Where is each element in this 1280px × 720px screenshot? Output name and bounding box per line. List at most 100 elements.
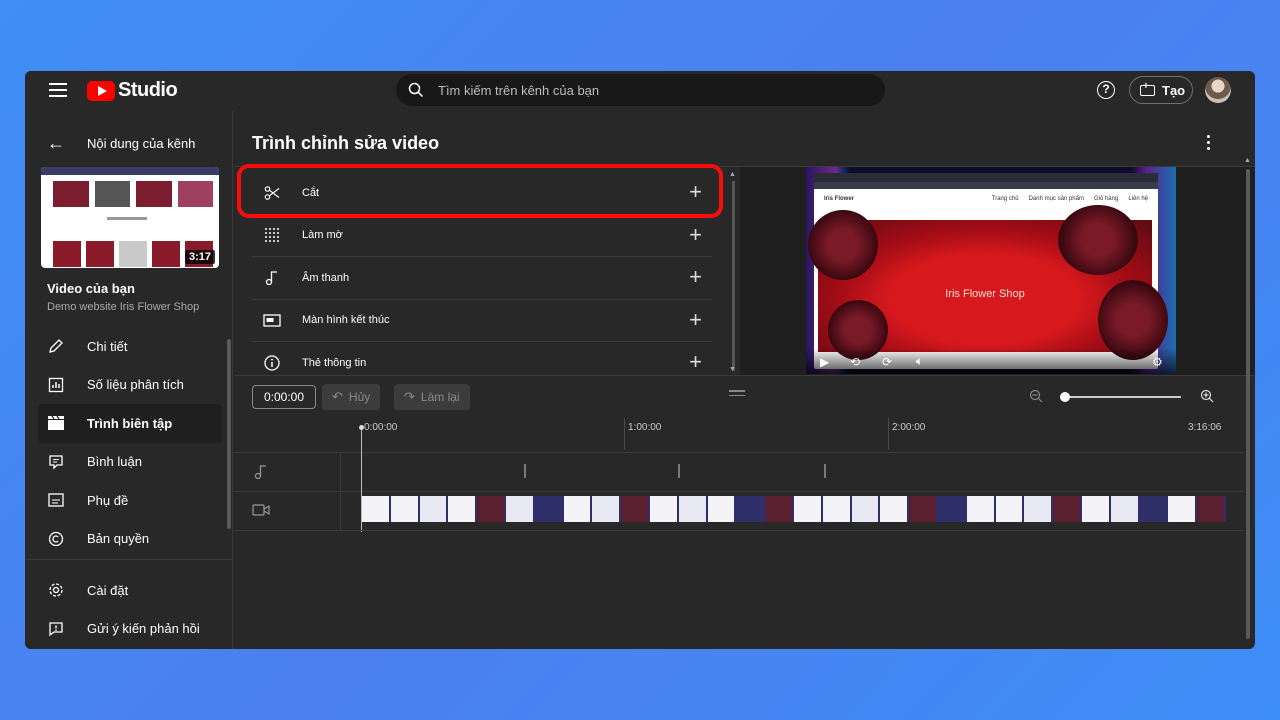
sidebar-item-editor[interactable]: Trình biên tập bbox=[38, 404, 222, 443]
video-title: Video của bạn bbox=[47, 281, 135, 296]
add-icon[interactable]: + bbox=[689, 351, 702, 373]
tool-blur[interactable]: Làm mờ + bbox=[252, 215, 712, 257]
search-icon bbox=[408, 82, 424, 98]
studio-window: Studio ? Tạo ← Nội dung của kênh 3:17 Vi… bbox=[25, 71, 1255, 649]
search-input[interactable] bbox=[438, 74, 858, 106]
zoom-slider-track[interactable] bbox=[1064, 396, 1181, 398]
video-subtitle: Demo website Iris Flower Shop bbox=[47, 301, 200, 313]
main-scrollbar[interactable] bbox=[1246, 169, 1250, 639]
rewind-10-icon[interactable]: ⟲ bbox=[850, 355, 860, 369]
info-icon bbox=[262, 355, 282, 371]
forward-10-icon[interactable]: ⟳ bbox=[882, 355, 892, 369]
tool-audio[interactable]: Âm thanh + bbox=[252, 257, 712, 300]
sidebar-item-label: Chi tiết bbox=[87, 338, 128, 354]
comments-icon bbox=[47, 453, 65, 471]
youtube-studio-logo[interactable]: Studio bbox=[87, 79, 178, 102]
video-duration: 3:17 bbox=[184, 250, 215, 264]
help-icon[interactable]: ? bbox=[1097, 81, 1115, 99]
video-thumbnail[interactable]: 3:17 bbox=[41, 167, 219, 268]
add-icon[interactable]: + bbox=[689, 308, 702, 330]
sidebar-item-analytics[interactable]: Số liệu phân tích bbox=[38, 366, 222, 405]
editor-main: Trình chỉnh sửa video Cắt + Làm mờ + Âm … bbox=[234, 111, 1255, 649]
scroll-up-icon[interactable]: ▲ bbox=[1244, 157, 1251, 164]
preview-browser-frame: Iris Flower Trang chủ Danh mục sản phẩm … bbox=[808, 173, 1168, 369]
sidebar-item-label: Bản quyền bbox=[87, 531, 150, 547]
tick-label: 0:00:00 bbox=[364, 422, 398, 433]
sidebar-item-label: Trình biên tập bbox=[87, 415, 173, 431]
gear-icon bbox=[47, 581, 65, 599]
playhead[interactable] bbox=[359, 425, 364, 532]
zoom-in-icon[interactable] bbox=[1200, 389, 1214, 408]
sidebar-divider bbox=[25, 559, 233, 560]
scroll-down-icon[interactable]: ▼ bbox=[729, 366, 736, 373]
add-icon[interactable]: + bbox=[689, 266, 702, 288]
preview-controls: ▶ ⟲ ⟳ 🔈︎ ⚙︎ bbox=[806, 348, 1176, 374]
add-icon[interactable]: + bbox=[689, 223, 702, 245]
create-label: Tạo bbox=[1162, 82, 1186, 98]
sidebar-item-label: Bình luận bbox=[87, 454, 142, 470]
sidebar-item-settings[interactable]: Cài đặt bbox=[38, 571, 222, 610]
avatar[interactable] bbox=[1205, 77, 1231, 103]
sidebar-item-label: Cài đặt bbox=[87, 582, 129, 598]
editor-icon bbox=[47, 414, 65, 432]
tool-label: Màn hình kết thúc bbox=[302, 314, 390, 327]
tools-scrollbar[interactable] bbox=[732, 181, 735, 371]
end-screen-icon bbox=[262, 314, 282, 327]
search-bar[interactable] bbox=[396, 74, 885, 106]
feedback-icon bbox=[47, 620, 65, 638]
zoom-slider-handle[interactable] bbox=[1060, 392, 1070, 402]
sidebar-item-feedback[interactable]: Gửi ý kiến phản hồi bbox=[38, 610, 222, 649]
video-preview[interactable]: Iris Flower Trang chủ Danh mục sản phẩm … bbox=[806, 167, 1176, 374]
preview-nav-link: Giỏ hàng bbox=[1093, 196, 1119, 202]
audio-waveform bbox=[678, 464, 680, 478]
sidebar-item-details[interactable]: Chi tiết bbox=[38, 327, 222, 366]
preview-hero-banner: Iris Flower Shop bbox=[808, 205, 1168, 360]
undo-button[interactable]: ↶ Hủy bbox=[322, 384, 381, 410]
tool-label: Làm mờ bbox=[302, 229, 343, 242]
sidebar-item-comments[interactable]: Bình luận bbox=[38, 443, 222, 482]
tool-info-cards[interactable]: Thẻ thông tin + bbox=[252, 342, 712, 375]
volume-icon[interactable]: 🔈︎ bbox=[916, 354, 923, 369]
music-note-icon bbox=[262, 270, 282, 286]
tool-label: Thẻ thông tin bbox=[302, 356, 367, 369]
sidebar-item-copyright[interactable]: Bản quyền bbox=[38, 520, 222, 559]
back-to-content-button[interactable]: ← Nội dung của kênh bbox=[47, 133, 195, 154]
sidebar-item-label: Số liệu phân tích bbox=[87, 377, 184, 393]
trim-highlight-annotation bbox=[237, 164, 723, 218]
redo-icon: ↷ bbox=[404, 389, 415, 404]
sidebar-nav: Chi tiết Số liệu phân tích Trình biên tậ… bbox=[38, 327, 222, 558]
redo-button[interactable]: ↷ Làm lại bbox=[394, 384, 470, 410]
current-time-field[interactable]: 0:00:00 bbox=[252, 385, 316, 409]
preview-site-logo: Iris Flower bbox=[824, 196, 855, 202]
sidebar-scrollbar[interactable] bbox=[227, 339, 231, 529]
analytics-icon bbox=[47, 376, 65, 394]
tool-label: Âm thanh bbox=[302, 271, 350, 284]
sidebar-item-subtitles[interactable]: Phụ đề bbox=[38, 481, 222, 520]
sidebar-item-label: Gửi ý kiến phản hồi bbox=[87, 621, 200, 637]
youtube-logo-icon bbox=[87, 80, 115, 101]
create-button[interactable]: Tạo bbox=[1129, 76, 1193, 104]
video-track-filmstrip[interactable] bbox=[362, 496, 1226, 522]
preview-nav-link: Liên hệ bbox=[1128, 196, 1148, 202]
redo-label: Làm lại bbox=[420, 390, 460, 404]
play-icon[interactable]: ▶ bbox=[820, 355, 829, 369]
music-note-icon bbox=[254, 464, 268, 485]
resize-handle-icon[interactable] bbox=[729, 390, 745, 399]
undo-label: Hủy bbox=[348, 390, 371, 404]
menu-icon[interactable] bbox=[49, 83, 67, 97]
logo-text: Studio bbox=[118, 79, 178, 101]
timeline-ruler[interactable]: 0:00:00 1:00:00 2:00:00 3:16:06 bbox=[360, 418, 1255, 450]
tool-end-screen[interactable]: Màn hình kết thúc + bbox=[252, 300, 712, 342]
scroll-up-icon[interactable]: ▲ bbox=[729, 171, 736, 178]
pencil-icon bbox=[47, 337, 65, 355]
audio-waveform bbox=[524, 464, 526, 478]
preview-area: Iris Flower Trang chủ Danh mục sản phẩm … bbox=[740, 167, 1255, 375]
preview-nav-link: Trang chủ bbox=[991, 196, 1019, 202]
sidebar-item-label: Phụ đề bbox=[87, 492, 129, 508]
tick-label: 1:00:00 bbox=[628, 422, 662, 433]
subtitles-icon bbox=[47, 491, 65, 509]
audio-waveform bbox=[824, 464, 826, 478]
gear-icon[interactable]: ⚙︎ bbox=[1152, 355, 1163, 369]
more-options-icon[interactable] bbox=[1207, 135, 1211, 153]
zoom-out-icon[interactable] bbox=[1029, 389, 1043, 408]
